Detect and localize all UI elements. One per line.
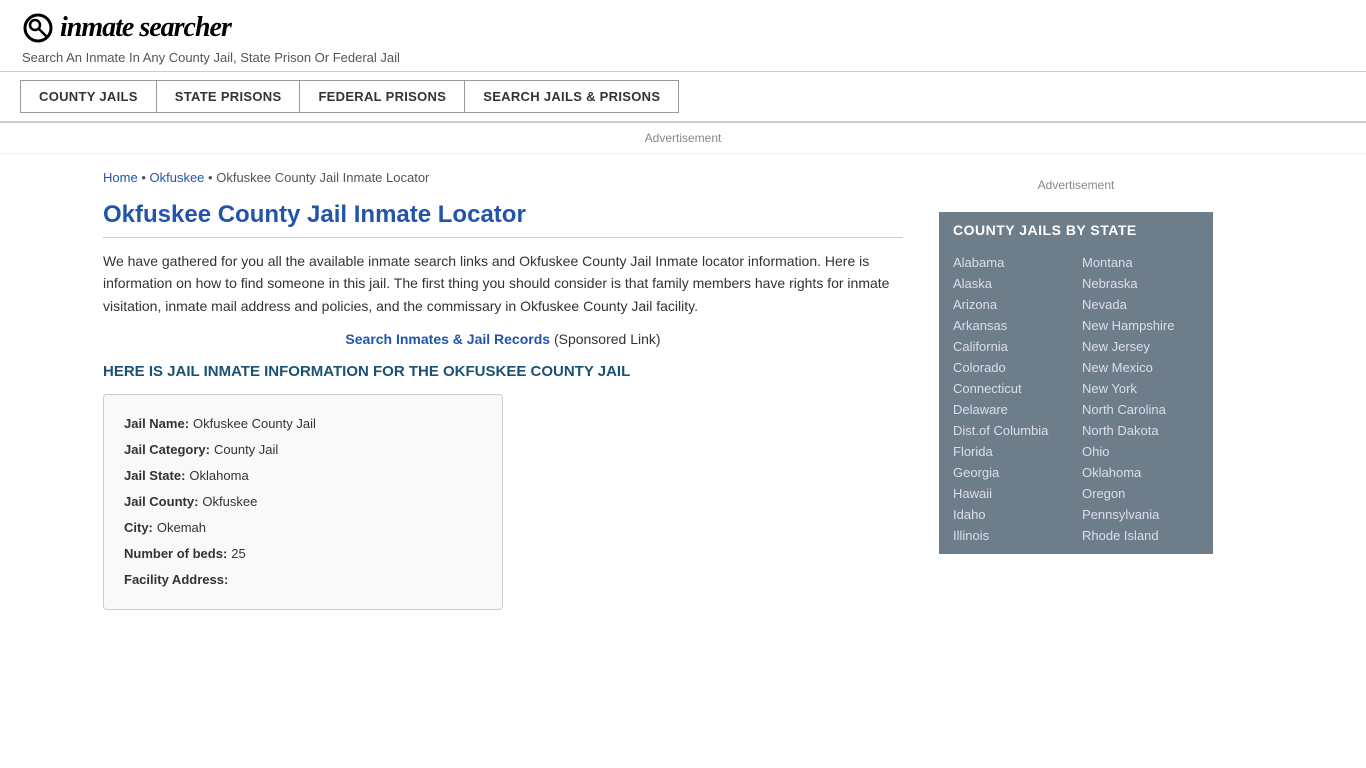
content-area: Home • Okfuskee • Okfuskee County Jail I… [103, 154, 923, 630]
breadcrumb-sep1: • [141, 170, 146, 185]
ad-top-banner: Advertisement [0, 123, 1366, 154]
state-link-connecticut[interactable]: Connecticut [947, 378, 1076, 399]
nav-search-jails[interactable]: SEARCH JAILS & PRISONS [464, 80, 679, 113]
breadcrumb-current: Okfuskee County Jail Inmate Locator [216, 170, 429, 185]
state-grid: AlabamaAlaskaArizonaArkansasCaliforniaCo… [939, 248, 1213, 554]
state-link-delaware[interactable]: Delaware [947, 399, 1076, 420]
state-link-ohio[interactable]: Ohio [1076, 441, 1205, 462]
nav-federal-prisons[interactable]: FEDERAL PRISONS [299, 80, 464, 113]
value-name: Okfuskee County Jail [193, 411, 316, 437]
section-heading: HERE IS JAIL INMATE INFORMATION FOR THE … [103, 363, 903, 380]
state-link-california[interactable]: California [947, 336, 1076, 357]
value-county: Okfuskee [202, 489, 257, 515]
state-link-illinois[interactable]: Illinois [947, 525, 1076, 546]
value-category: County Jail [214, 437, 278, 463]
state-link-montana[interactable]: Montana [1076, 252, 1205, 273]
state-link-rhode-island[interactable]: Rhode Island [1076, 525, 1205, 546]
state-link-dist-of-columbia[interactable]: Dist.of Columbia [947, 420, 1076, 441]
state-link-idaho[interactable]: Idaho [947, 504, 1076, 525]
info-row-category: Jail Category: County Jail [124, 437, 482, 463]
label-beds: Number of beds: [124, 541, 227, 567]
states-col-left: AlabamaAlaskaArizonaArkansasCaliforniaCo… [947, 252, 1076, 546]
logo-text: inmate searcher [60, 12, 231, 44]
label-city: City: [124, 515, 153, 541]
tagline: Search An Inmate In Any County Jail, Sta… [22, 50, 1346, 65]
state-link-nebraska[interactable]: Nebraska [1076, 273, 1205, 294]
county-jails-by-state-box: COUNTY JAILS BY STATE AlabamaAlaskaArizo… [939, 212, 1213, 554]
logo-area: inmate searcher [20, 10, 1346, 46]
nav-inner: COUNTY JAILS STATE PRISONS FEDERAL PRISO… [20, 80, 1346, 113]
state-link-colorado[interactable]: Colorado [947, 357, 1076, 378]
state-link-north-carolina[interactable]: North Carolina [1076, 399, 1205, 420]
state-link-florida[interactable]: Florida [947, 441, 1076, 462]
label-address: Facility Address: [124, 567, 228, 593]
label-name: Jail Name: [124, 411, 189, 437]
state-link-new-york[interactable]: New York [1076, 378, 1205, 399]
info-row-city: City: Okemah [124, 515, 482, 541]
info-row-name: Jail Name: Okfuskee County Jail [124, 411, 482, 437]
main-layout: Home • Okfuskee • Okfuskee County Jail I… [83, 154, 1283, 630]
state-link-arizona[interactable]: Arizona [947, 294, 1076, 315]
state-link-north-dakota[interactable]: North Dakota [1076, 420, 1205, 441]
nav-county-jails[interactable]: COUNTY JAILS [20, 80, 156, 113]
state-link-georgia[interactable]: Georgia [947, 462, 1076, 483]
info-row-county: Jail County: Okfuskee [124, 489, 482, 515]
states-col-right: MontanaNebraskaNevadaNew HampshireNew Je… [1076, 252, 1205, 546]
state-link-pennsylvania[interactable]: Pennsylvania [1076, 504, 1205, 525]
state-link-arkansas[interactable]: Arkansas [947, 315, 1076, 336]
jail-info-box: Jail Name: Okfuskee County Jail Jail Cat… [103, 394, 503, 610]
state-link-new-jersey[interactable]: New Jersey [1076, 336, 1205, 357]
state-link-new-mexico[interactable]: New Mexico [1076, 357, 1205, 378]
page-title: Okfuskee County Jail Inmate Locator [103, 201, 903, 238]
state-link-alaska[interactable]: Alaska [947, 273, 1076, 294]
state-box-title: COUNTY JAILS BY STATE [939, 212, 1213, 248]
breadcrumb-okfuskee[interactable]: Okfuskee [150, 170, 205, 185]
description: We have gathered for you all the availab… [103, 250, 903, 317]
sidebar-ad: Advertisement [939, 170, 1213, 200]
state-link-hawaii[interactable]: Hawaii [947, 483, 1076, 504]
state-link-oklahoma[interactable]: Oklahoma [1076, 462, 1205, 483]
breadcrumb: Home • Okfuskee • Okfuskee County Jail I… [103, 170, 903, 185]
breadcrumb-home[interactable]: Home [103, 170, 138, 185]
info-row-address: Facility Address: [124, 567, 482, 593]
nav: COUNTY JAILS STATE PRISONS FEDERAL PRISO… [0, 72, 1366, 123]
value-city: Okemah [157, 515, 206, 541]
label-state: Jail State: [124, 463, 185, 489]
breadcrumb-sep2: • [208, 170, 216, 185]
value-beds: 25 [231, 541, 245, 567]
state-link-new-hampshire[interactable]: New Hampshire [1076, 315, 1205, 336]
label-category: Jail Category: [124, 437, 210, 463]
sponsored-note: (Sponsored Link) [554, 331, 661, 347]
value-state: Oklahoma [189, 463, 248, 489]
info-row-beds: Number of beds: 25 [124, 541, 482, 567]
state-link-oregon[interactable]: Oregon [1076, 483, 1205, 504]
state-link-nevada[interactable]: Nevada [1076, 294, 1205, 315]
sidebar: Advertisement COUNTY JAILS BY STATE Alab… [923, 154, 1213, 630]
label-county: Jail County: [124, 489, 198, 515]
info-row-state: Jail State: Oklahoma [124, 463, 482, 489]
state-link-alabama[interactable]: Alabama [947, 252, 1076, 273]
sponsored-link[interactable]: Search Inmates & Jail Records [345, 331, 550, 347]
nav-state-prisons[interactable]: STATE PRISONS [156, 80, 300, 113]
logo-text-content: inmate searcher [60, 12, 231, 43]
logo-icon [20, 10, 56, 46]
sponsored-link-area: Search Inmates & Jail Records (Sponsored… [103, 331, 903, 347]
header: inmate searcher Search An Inmate In Any … [0, 0, 1366, 72]
